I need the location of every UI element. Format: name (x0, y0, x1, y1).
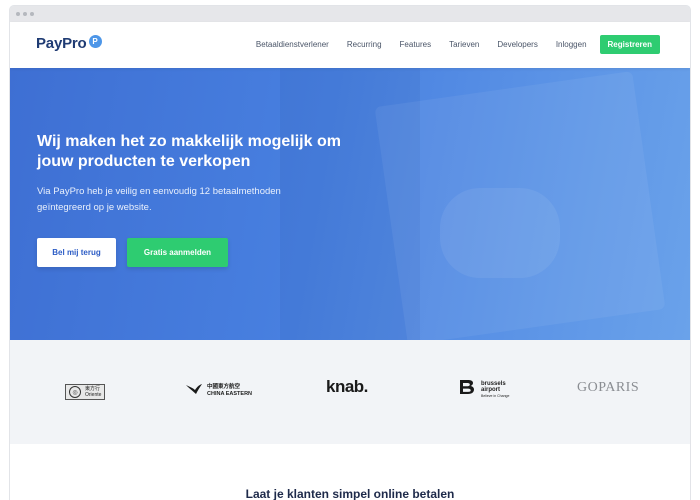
logo-text: PayPro (36, 35, 87, 52)
browser-window: PayPro P Betaaldienstverlener Recurring … (10, 6, 690, 500)
payments-section: Laat je klanten simpel online betalen (10, 444, 690, 500)
brussels-airport-tagline: Believe in Change (481, 393, 510, 398)
register-button[interactable]: Registreren (599, 35, 660, 54)
nav-link-tarieven[interactable]: Tarieven (440, 40, 488, 49)
window-dot-icon (23, 12, 27, 16)
nav-link-betaaldienstverlener[interactable]: Betaaldienstverlener (247, 40, 338, 49)
brussels-airport-logo: brussels airport Believe in Change (457, 378, 509, 401)
screenshot-frame: PayPro P Betaaldienstverlener Recurring … (0, 0, 700, 500)
oriente-logo-bottom: Oriente (85, 392, 102, 398)
nav-link-features[interactable]: Features (391, 40, 441, 49)
brussels-airport-b-icon (457, 378, 477, 401)
swallow-icon-svg (186, 384, 202, 394)
oriente-logo: ◎ 東方行 Oriente (65, 384, 106, 400)
nav-link-recurring[interactable]: Recurring (338, 40, 391, 49)
oriente-emblem-icon: ◎ (69, 386, 81, 398)
window-dot-icon (30, 12, 34, 16)
knab-logo: knab. (326, 377, 368, 396)
hero-background-shape (440, 188, 560, 278)
client-logos-strip: ◎ 東方行 Oriente 中國東方航空 CHINA EASTERN knab. (10, 340, 690, 444)
swallow-icon (185, 382, 203, 399)
free-signup-button[interactable]: Gratis aanmelden (127, 238, 228, 267)
brussels-airport-b-svg (460, 380, 474, 394)
paypro-badge-icon: P (88, 35, 102, 48)
call-back-button[interactable]: Bel mij terug (37, 238, 116, 267)
goparis-logo: GOPARIS (577, 380, 640, 395)
browser-chrome (10, 6, 690, 22)
section-title: Laat je klanten simpel online betalen (245, 487, 455, 500)
paypro-logo[interactable]: PayPro P (36, 35, 102, 52)
nav-links: Betaaldienstverlener Recurring Features … (247, 35, 660, 54)
nav-link-developers[interactable]: Developers (488, 40, 546, 49)
window-dot-icon (16, 12, 20, 16)
china-eastern-logo: 中國東方航空 CHINA EASTERN (185, 382, 252, 399)
china-eastern-en: CHINA EASTERN (207, 390, 253, 397)
hero-title: Wij maken het zo makkelijk mogelijk om j… (37, 133, 341, 170)
nav-link-inloggen[interactable]: Inloggen (547, 40, 596, 49)
china-eastern-cn: 中國東方航空 (207, 383, 241, 390)
top-navigation: PayPro P Betaaldienstverlener Recurring … (10, 22, 690, 68)
hero-banner: Wij maken het zo makkelijk mogelijk om j… (10, 68, 690, 340)
hero-subtitle: Via PayPro heb je veilig en eenvoudig 12… (37, 186, 281, 213)
